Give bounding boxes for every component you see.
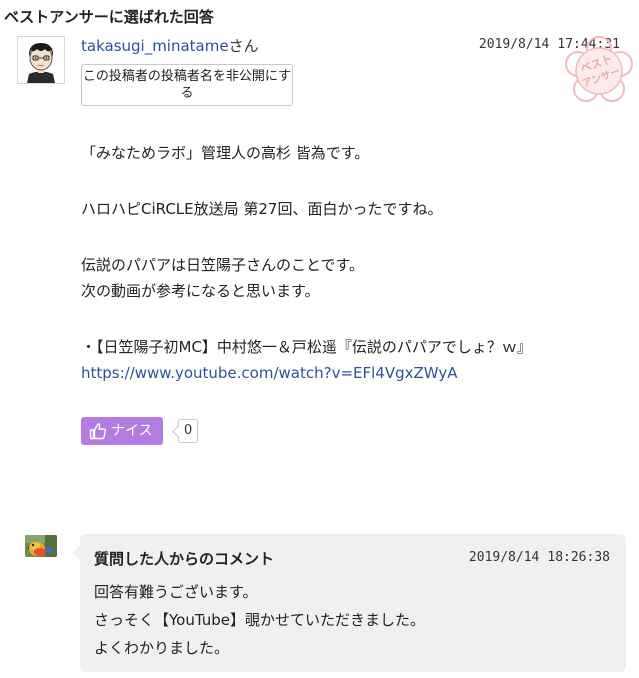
section-title: ベストアンサーに選ばれた回答 <box>4 8 214 26</box>
answer-body: 「みなためラボ」管理人の高杉 皆為です。 ハロハピCiRCLE放送局 第27回、… <box>81 140 626 386</box>
answerer-name-link[interactable]: takasugi_minatame <box>81 37 229 55</box>
comment-line-watched: さっそく【YouTube】覗かせていただきました。 <box>94 611 425 629</box>
comment-title: 質問した人からのコメント <box>94 550 275 568</box>
nice-count: 0 <box>178 419 199 443</box>
answer-line-episode: ハロハピCiRCLE放送局 第27回、面白かったですね。 <box>81 200 443 218</box>
answerer-avatar[interactable] <box>17 36 65 84</box>
comment-timestamp: 2019/8/14 18:26:38 <box>469 550 610 565</box>
questioner-comment-box: 質問した人からのコメント 2019/8/14 18:26:38 回答有難うございま… <box>72 534 626 672</box>
answer-line-explanation: 伝説のパパアは日笠陽子さんのことです。 <box>81 256 365 274</box>
nice-button[interactable]: ナイス <box>81 417 163 445</box>
answerer-honorific: さん <box>228 37 259 55</box>
comment-date: 2019/8/14 <box>468 550 540 565</box>
answer-line-greeting: 「みなためラボ」管理人の高杉 皆為です。 <box>81 144 370 162</box>
comment-line-understood: よくわかりました。 <box>94 639 230 657</box>
answer-line-video-title: ・【日笠陽子初MC】中村悠一＆戸松遥『伝説のパパアでしょ？ｗ』 <box>81 338 532 356</box>
commenter-avatar[interactable] <box>25 535 57 557</box>
thumbs-up-icon <box>89 423 107 440</box>
answerer-line: takasugi_minatameさん <box>81 35 259 56</box>
hide-poster-name-button[interactable]: この投稿者の投稿者名を非公開にする <box>81 64 293 106</box>
answer-date: 2019/8/14 <box>478 37 550 52</box>
comment-time: 18:26:38 <box>547 550 610 565</box>
nice-label: ナイス <box>111 423 153 439</box>
best-answer-stamp: ベスト アンサー <box>564 36 634 106</box>
answer-line-video-intro: 次の動画が参考になると思います。 <box>81 282 320 300</box>
comment-line-thanks: 回答有難うございます。 <box>94 583 258 601</box>
youtube-link[interactable]: https://www.youtube.com/watch?v=EFl4VgxZ… <box>81 364 457 382</box>
comment-body: 回答有難うございます。 さっそく【YouTube】覗かせていただきました。 よく… <box>94 578 425 662</box>
